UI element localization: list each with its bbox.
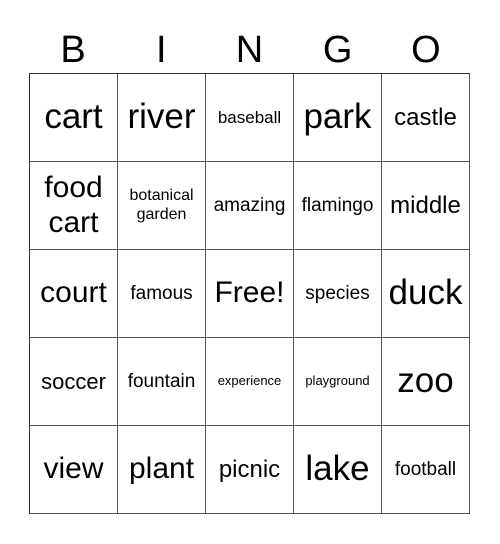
bingo-cell[interactable]: baseball xyxy=(206,74,294,162)
bingo-cell[interactable]: zoo xyxy=(382,338,470,426)
bingo-cell[interactable]: plant xyxy=(118,426,206,514)
bingo-cell[interactable]: botanical garden xyxy=(118,162,206,250)
bingo-cell[interactable]: species xyxy=(294,250,382,338)
bingo-cell[interactable]: court xyxy=(30,250,118,338)
header-letter-o: O xyxy=(411,29,441,71)
bingo-cell[interactable]: cart xyxy=(30,74,118,162)
bingo-cell[interactable]: food cart xyxy=(30,162,118,250)
header-letter-n: N xyxy=(235,29,264,71)
bingo-cell[interactable]: view xyxy=(30,426,118,514)
bingo-cell[interactable]: flamingo xyxy=(294,162,382,250)
bingo-cell[interactable]: river xyxy=(118,74,206,162)
bingo-cell[interactable]: playground xyxy=(294,338,382,426)
bingo-cell[interactable]: famous xyxy=(118,250,206,338)
header-letter-b: B xyxy=(60,29,86,71)
bingo-cell[interactable]: fountain xyxy=(118,338,206,426)
bingo-cell[interactable]: football xyxy=(382,426,470,514)
bingo-cell[interactable]: park xyxy=(294,74,382,162)
header-letter-g: G xyxy=(322,29,353,71)
header-letter-i: I xyxy=(156,29,167,71)
bingo-cell[interactable]: lake xyxy=(294,426,382,514)
bingo-cell[interactable]: middle xyxy=(382,162,470,250)
bingo-cell[interactable]: soccer xyxy=(30,338,118,426)
free-space-cell[interactable]: Free! xyxy=(206,250,294,338)
bingo-cell[interactable]: castle xyxy=(382,74,470,162)
bingo-cell[interactable]: duck xyxy=(382,250,470,338)
bingo-header: B I N G O xyxy=(29,28,470,72)
bingo-board: cart river baseball park castle food car… xyxy=(29,73,470,514)
bingo-cell[interactable]: experience xyxy=(206,338,294,426)
bingo-cell[interactable]: picnic xyxy=(206,426,294,514)
bingo-cell[interactable]: amazing xyxy=(206,162,294,250)
